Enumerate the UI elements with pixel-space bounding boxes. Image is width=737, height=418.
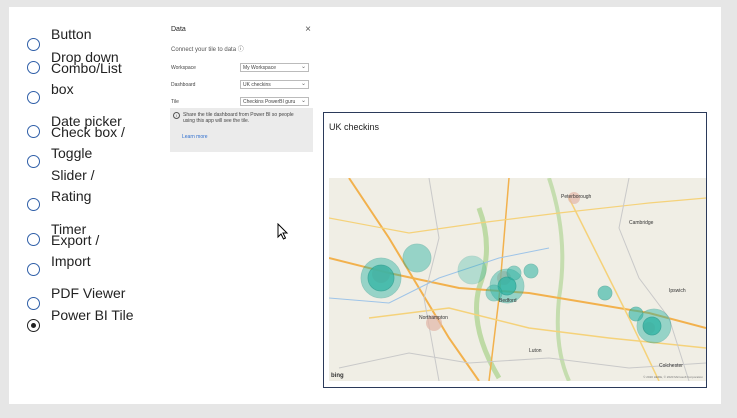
mouse-cursor-icon: [277, 223, 289, 240]
learn-more-link[interactable]: Learn more: [182, 134, 208, 140]
info-icon: i: [173, 112, 180, 119]
checkin-bubble: [402, 243, 432, 273]
map-place-label: Cambridge: [629, 220, 654, 226]
info-text: Share the tile dashboard from Power BI s…: [183, 112, 294, 124]
checkin-bubble: [642, 316, 662, 336]
radio-circle[interactable]: [27, 233, 40, 246]
dashboard-value: UK checkins: [243, 82, 271, 88]
close-icon[interactable]: ×: [305, 24, 311, 35]
checkin-bubble: [506, 265, 522, 281]
radio-circle[interactable]: [27, 155, 40, 168]
info-box: i Share the tile dashboard from Power BI…: [170, 108, 313, 152]
bing-logo: bing: [331, 373, 344, 379]
panel-subtitle: Connect your tile to data ⓘ: [171, 47, 244, 53]
panel-title: Data: [171, 26, 186, 33]
chevron-down-icon: ⌄: [300, 64, 306, 70]
radio-circle[interactable]: [27, 198, 40, 211]
option-label: Combo/List box: [51, 60, 122, 97]
radio-circle[interactable]: [27, 297, 40, 310]
radio-circle[interactable]: [27, 91, 40, 104]
workspace-label: Workspace: [171, 65, 196, 71]
map-place-label: Peterborough: [561, 194, 592, 200]
tile-label: Tile: [171, 99, 179, 105]
radio-circle-selected[interactable]: [27, 319, 40, 332]
radio-circle[interactable]: [27, 61, 40, 74]
chevron-down-icon: ⌄: [300, 98, 306, 104]
radio-circle[interactable]: [27, 263, 40, 276]
map-place-label: Luton: [529, 348, 542, 354]
radio-circle[interactable]: [27, 125, 40, 138]
dashboard-select[interactable]: UK checkins ⌄: [240, 80, 309, 89]
tile-select[interactable]: Checkins PowerBI guru ⌄: [240, 97, 309, 106]
tile-value: Checkins PowerBI guru: [243, 99, 296, 105]
dashboard-label: Dashboard: [171, 82, 196, 88]
option-label: Power BI Tile: [51, 306, 134, 323]
map-copyright: © 2020 HERE, © 2020 Microsoft Corporatio…: [643, 375, 703, 379]
map-place-label: Ipswich: [669, 288, 686, 294]
workspace-select[interactable]: My Workspace ⌄: [240, 63, 309, 72]
chevron-down-icon: ⌄: [300, 81, 306, 87]
option-label: Export / Import: [51, 232, 100, 269]
data-panel: Data × Connect your tile to data ⓘ Works…: [170, 24, 313, 152]
map-place-label: Northampton: [419, 315, 448, 321]
checkin-bubble: [523, 263, 539, 279]
tile-title: UK checkins: [329, 122, 380, 132]
map-place-label: Bedford: [499, 298, 517, 304]
checkin-bubble: [597, 285, 613, 301]
power-bi-tile[interactable]: UK checkins Peterborough Cambridge North…: [323, 112, 707, 388]
map-canvas: [329, 178, 706, 381]
checkin-bubble: [457, 255, 487, 285]
option-label: Slider / Rating: [51, 167, 95, 204]
option-label: Check box / Toggle: [51, 124, 125, 161]
map-place-label: Colchester: [659, 363, 683, 369]
workspace-value: My Workspace: [243, 65, 276, 71]
radio-circle[interactable]: [27, 38, 40, 51]
option-label: Button: [51, 25, 92, 42]
help-icon[interactable]: ⓘ: [238, 47, 244, 53]
option-label: PDF Viewer: [51, 284, 126, 301]
map[interactable]: Peterborough Cambridge Northampton Bedfo…: [329, 178, 706, 381]
checkin-bubble: [367, 264, 395, 292]
